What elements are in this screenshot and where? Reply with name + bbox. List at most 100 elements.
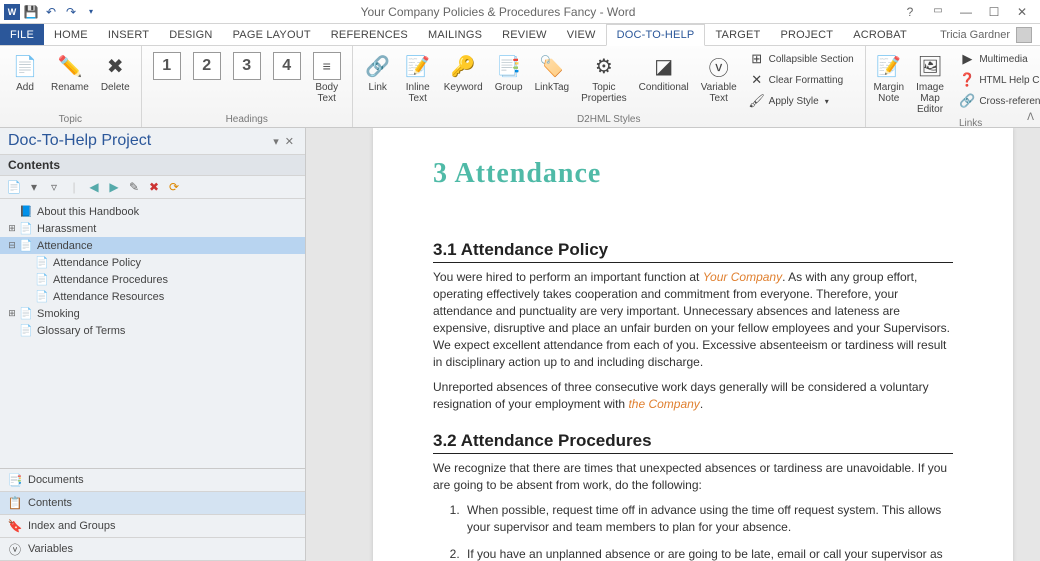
project-panel: Doc-To-Help Project ▾ ✕ Contents 📄 ▾ ▿ |… (0, 128, 306, 561)
toolbar-down-icon[interactable]: ▾ (26, 179, 42, 195)
conditional-button[interactable]: ◪Conditional (634, 49, 694, 96)
tab-mailings[interactable]: MAILINGS (418, 24, 492, 45)
avatar-icon (1016, 27, 1032, 43)
minimize-icon[interactable]: — (956, 5, 976, 19)
node-label: Attendance Procedures (53, 274, 168, 286)
ribbon-group-d2hml: 🔗Link 📝Inline Text 🔑Keyword 📑Group 🏷️Lin… (353, 46, 866, 127)
html-help-button[interactable]: ❓HTML Help Control (954, 70, 1040, 90)
panel-bottom-tabs: 📑Documents 📋Contents 🔖Index and Groups ⓥ… (0, 468, 305, 561)
save-icon[interactable]: 💾 (22, 3, 40, 21)
margin-note-button[interactable]: 📝Margin Note (872, 49, 906, 107)
keyword-icon: 🔑 (449, 52, 477, 80)
toolbar-right-icon[interactable]: ▶ (106, 179, 122, 195)
heading4-button[interactable]: 4 (268, 49, 306, 83)
inline-text-button[interactable]: 📝Inline Text (399, 49, 437, 107)
plus-doc-icon: 📄 (11, 52, 39, 80)
node-icon: 📄 (18, 239, 34, 252)
qat-dropdown-icon[interactable]: ▾ (82, 3, 100, 21)
tab-doc-to-help[interactable]: Doc-To-Help (606, 24, 706, 46)
variables-icon: ⓥ (8, 542, 22, 556)
btab-contents[interactable]: 📋Contents (0, 492, 305, 515)
multimedia-button[interactable]: ▶Multimedia (954, 49, 1040, 69)
rename-topic-button[interactable]: ✏️Rename (46, 49, 94, 96)
toolbar-new-icon[interactable]: 📄 (6, 179, 22, 195)
tab-target[interactable]: Target (705, 24, 770, 45)
heading3-button[interactable]: 3 (228, 49, 266, 83)
tab-project[interactable]: Project (770, 24, 843, 45)
body-text-icon: ≡ (313, 52, 341, 80)
add-topic-button[interactable]: 📄Add (6, 49, 44, 96)
redo-icon[interactable]: ↷ (62, 3, 80, 21)
document-page[interactable]: 3 Attendance 3.1 Attendance Policy You w… (373, 128, 1013, 561)
expand-icon[interactable]: ⊟ (6, 240, 18, 251)
close-icon[interactable]: ✕ (1012, 5, 1032, 19)
tab-insert[interactable]: INSERT (98, 24, 159, 45)
maximize-icon[interactable]: ☐ (984, 5, 1004, 19)
collapse-ribbon-icon[interactable]: ᐱ (1027, 112, 1034, 123)
keyword-button[interactable]: 🔑Keyword (439, 49, 488, 96)
panel-dropdown-icon[interactable]: ▾ (270, 135, 282, 148)
variable-text-button[interactable]: ⓥVariable Text (696, 49, 742, 107)
topic-properties-button[interactable]: ⚙Topic Properties (576, 49, 632, 107)
heading1-button[interactable]: 1 (148, 49, 186, 83)
tab-review[interactable]: REVIEW (492, 24, 557, 45)
apply-style-button[interactable]: 🖌Apply Style▾ (744, 91, 859, 111)
tree-node[interactable]: ⊞📄Smoking (0, 305, 305, 322)
toolbar-delete-icon[interactable]: ✖ (146, 179, 162, 195)
collapsible-icon: ⊞ (749, 51, 765, 67)
tree-node[interactable]: ⊞📄Harassment (0, 220, 305, 237)
clear-formatting-button[interactable]: ✕Clear Formatting (744, 70, 859, 90)
tab-file[interactable]: FILE (0, 24, 44, 45)
toolbar-rename-icon[interactable]: ✎ (126, 179, 142, 195)
node-icon: 📄 (18, 324, 34, 337)
node-icon: 📄 (34, 256, 50, 269)
tree-node[interactable]: 📄Attendance Policy (0, 254, 305, 271)
image-map-button[interactable]: 🖼Image Map Editor (908, 49, 953, 118)
expand-icon[interactable]: ⊞ (6, 308, 18, 319)
undo-icon[interactable]: ↶ (42, 3, 60, 21)
toolbar-refresh-icon[interactable]: ⟳ (166, 179, 182, 195)
tab-view[interactable]: VIEW (557, 24, 606, 45)
crossref-icon: 🔗 (959, 93, 975, 109)
document-area[interactable]: 3 Attendance 3.1 Attendance Policy You w… (306, 128, 1040, 561)
tab-home[interactable]: HOME (44, 24, 98, 45)
toolbar-left-icon[interactable]: ◀ (86, 179, 102, 195)
panel-title: Doc-To-Help Project (8, 132, 270, 150)
panel-close-icon[interactable]: ✕ (282, 135, 297, 148)
tab-design[interactable]: DESIGN (159, 24, 222, 45)
tree-node[interactable]: 📄Attendance Resources (0, 288, 305, 305)
heading2-button[interactable]: 2 (188, 49, 226, 83)
tab-references[interactable]: REFERENCES (321, 24, 418, 45)
link-button[interactable]: 🔗Link (359, 49, 397, 96)
tree-node[interactable]: 📘About this Handbook (0, 203, 305, 220)
section1-para1: You were hired to perform an important f… (433, 269, 953, 371)
tree-node[interactable]: ⊟📄Attendance (0, 237, 305, 254)
section1-para2: Unreported absences of three consecutive… (433, 379, 953, 413)
toolbar-filter-icon[interactable]: ▿ (46, 179, 62, 195)
main-area: Doc-To-Help Project ▾ ✕ Contents 📄 ▾ ▿ |… (0, 128, 1040, 561)
linktag-button[interactable]: 🏷️LinkTag (530, 49, 574, 96)
tree-node[interactable]: 📄Glossary of Terms (0, 322, 305, 339)
clear-icon: ✕ (749, 72, 765, 88)
tree-node[interactable]: 📄Attendance Procedures (0, 271, 305, 288)
ribbon-options-icon[interactable]: ▭ (928, 5, 948, 19)
contents-tree: 📘About this Handbook⊞📄Harassment⊟📄Attend… (0, 199, 305, 468)
tab-page-layout[interactable]: PAGE LAYOUT (223, 24, 321, 45)
body-text-button[interactable]: ≡Body Text (308, 49, 346, 107)
help-icon[interactable]: ? (900, 5, 920, 19)
group-button[interactable]: 📑Group (490, 49, 528, 96)
conditional-icon: ◪ (650, 52, 678, 80)
user-area[interactable]: Tricia Gardner (932, 24, 1040, 45)
documents-icon: 📑 (8, 473, 22, 487)
btab-documents[interactable]: 📑Documents (0, 469, 305, 492)
chapter-title: 3 Attendance (433, 158, 953, 190)
group-label-headings: Headings (148, 114, 346, 127)
btab-variables[interactable]: ⓥVariables (0, 538, 305, 561)
tab-acrobat[interactable]: ACROBAT (843, 24, 917, 45)
expand-icon[interactable]: ⊞ (6, 223, 18, 234)
cross-reference-button[interactable]: 🔗Cross-reference▾ (954, 91, 1040, 111)
node-icon: 📄 (34, 273, 50, 286)
collapsible-section-button[interactable]: ⊞Collapsible Section (744, 49, 859, 69)
delete-topic-button[interactable]: ✖Delete (96, 49, 135, 96)
btab-index[interactable]: 🔖Index and Groups (0, 515, 305, 538)
